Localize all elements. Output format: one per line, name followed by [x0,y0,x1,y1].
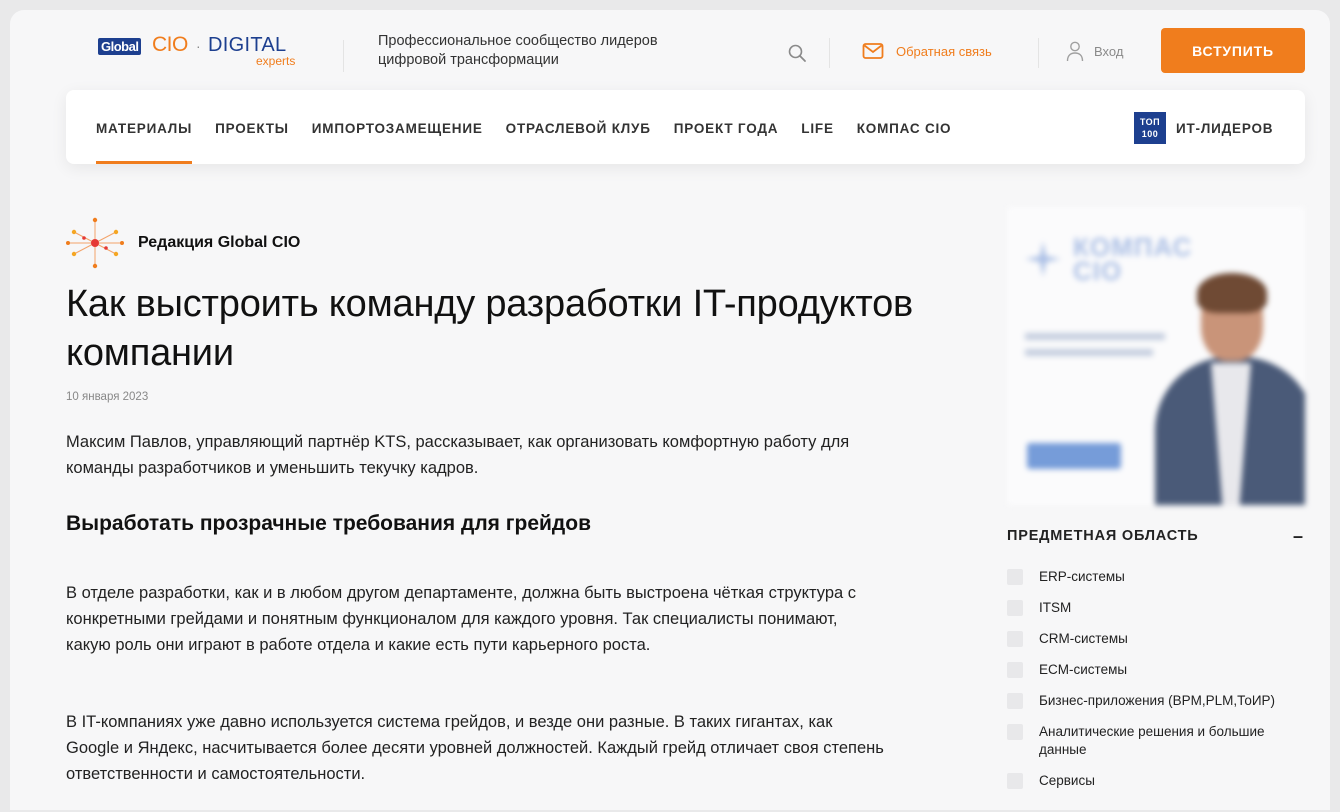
filter-item-label: Аналитические решения и большие данные [1039,724,1265,757]
header-divider [1038,38,1039,68]
main-nav: МАТЕРИАЛЫ ПРОЕКТЫ ИМПОРТОЗАМЕЩЕНИЕ ОТРАС… [66,90,1305,164]
banner-logo-text: КОМПАС CIO [1073,234,1192,286]
article-lead: Максим Павлов, управляющий партнёр KTS, … [66,433,850,477]
article-paragraph: В IT-компаниях уже давно используется си… [66,713,884,783]
checkbox[interactable] [1007,693,1023,709]
logo-experts: experts [256,54,296,68]
top100-badge: ТОП 100 [1134,112,1166,144]
logo-dot: · [196,38,201,54]
nav-item-industry-club[interactable]: ОТРАСЛЕВОЙ КЛУБ [506,90,651,164]
top100-badge-line1: ТОП [1139,117,1161,127]
article-subheading: Выработать прозрачные требования для гре… [66,512,591,535]
nav-item-materials[interactable]: МАТЕРИАЛЫ [96,90,193,164]
top100-link[interactable]: ТОП 100 ИТ-ЛИДЕРОВ [1134,112,1273,144]
search-icon-svg [788,44,806,62]
feedback-label: Обратная связь [896,43,992,59]
banner-logo: КОМПАС CIO [1023,234,1192,286]
collapse-toggle[interactable]: – [1293,527,1303,545]
filter-item-label: Бизнес-приложения (BPM,PLM,ТоИР) [1039,693,1276,708]
filter-title: ПРЕДМЕТНАЯ ОБЛАСТЬ [1007,528,1199,544]
filter-item-label: Сервисы [1039,773,1095,788]
filter-item-itsm[interactable]: ITSM [1007,599,1307,617]
user-icon [1066,41,1084,62]
editorial-network-icon [66,217,124,269]
filter-item-label: ECM-системы [1039,662,1128,677]
login-link[interactable]: Вход [1066,40,1123,62]
search-icon[interactable] [786,42,808,64]
header-divider [829,38,830,68]
filter-item-business-apps[interactable]: Бизнес-приложения (BPM,PLM,ТоИР) [1007,692,1307,710]
mail-icon [862,43,884,59]
feedback-link[interactable]: Обратная связь [862,42,992,60]
nav-item-life[interactable]: LIFE [801,90,833,164]
filter-item-label: ERP-системы [1039,569,1125,584]
checkbox[interactable] [1007,631,1023,647]
banner-button[interactable] [1027,443,1121,469]
article-paragraph: В отделе разработки, как и в любом друго… [66,584,857,654]
banner-person-hair [1197,273,1267,313]
nav-item-projects[interactable]: ПРОЕКТЫ [215,90,289,164]
compass-star-icon [1025,241,1061,277]
join-button[interactable]: ВСТУПИТЬ [1161,28,1305,73]
author-name: Редакция Global CIO [138,234,301,251]
login-label: Вход [1094,43,1124,59]
nav-item-import-substitution[interactable]: ИМПОРТОЗАМЕЩЕНИЕ [312,90,483,164]
logo-cio: CIO [152,33,188,56]
filter-item-analytics[interactable]: Аналитические решения и большие данные [1007,723,1307,759]
filter-item-label: CRM-системы [1039,631,1128,646]
checkbox[interactable] [1007,773,1023,789]
top100-badge-line2: 100 [1141,129,1159,139]
logo-global: Global [98,38,142,55]
nav-item-project-of-year[interactable]: ПРОЕКТ ГОДА [674,90,779,164]
filter-item-label: ITSM [1039,600,1072,615]
filter-item-crm[interactable]: CRM-системы [1007,630,1307,648]
header-divider [343,40,344,72]
kompas-cio-banner[interactable]: КОМПАС CIO [1007,207,1305,505]
checkbox[interactable] [1007,724,1023,740]
top100-label: ИТ-ЛИДЕРОВ [1176,120,1274,136]
filter-item-erp[interactable]: ERP-системы [1007,568,1307,586]
article-author[interactable]: Редакция Global CIO [66,214,300,272]
checkbox[interactable] [1007,600,1023,616]
nav-item-kompas-cio[interactable]: КОМПАС CIO [857,90,952,164]
filter-item-services[interactable]: Сервисы [1007,772,1307,790]
filter-list: ERP-системы ITSM CRM-системы ECM-системы… [1007,568,1307,803]
site-tagline: Профессиональное сообщество лидеров цифр… [378,33,658,68]
banner-logo-line2: CIO [1073,256,1123,286]
article-title: Как выстроить команду разработки IT-прод… [66,283,914,374]
checkbox[interactable] [1007,662,1023,678]
filter-item-ecm[interactable]: ECM-системы [1007,661,1307,679]
page: Global CIO · DIGITAL experts Профессиона… [10,10,1330,810]
article-date: 10 января 2023 [66,391,149,403]
banner-copy-placeholder [1025,333,1175,356]
checkbox[interactable] [1007,569,1023,585]
nav-items: МАТЕРИАЛЫ ПРОЕКТЫ ИМПОРТОЗАМЕЩЕНИЕ ОТРАС… [96,90,974,164]
